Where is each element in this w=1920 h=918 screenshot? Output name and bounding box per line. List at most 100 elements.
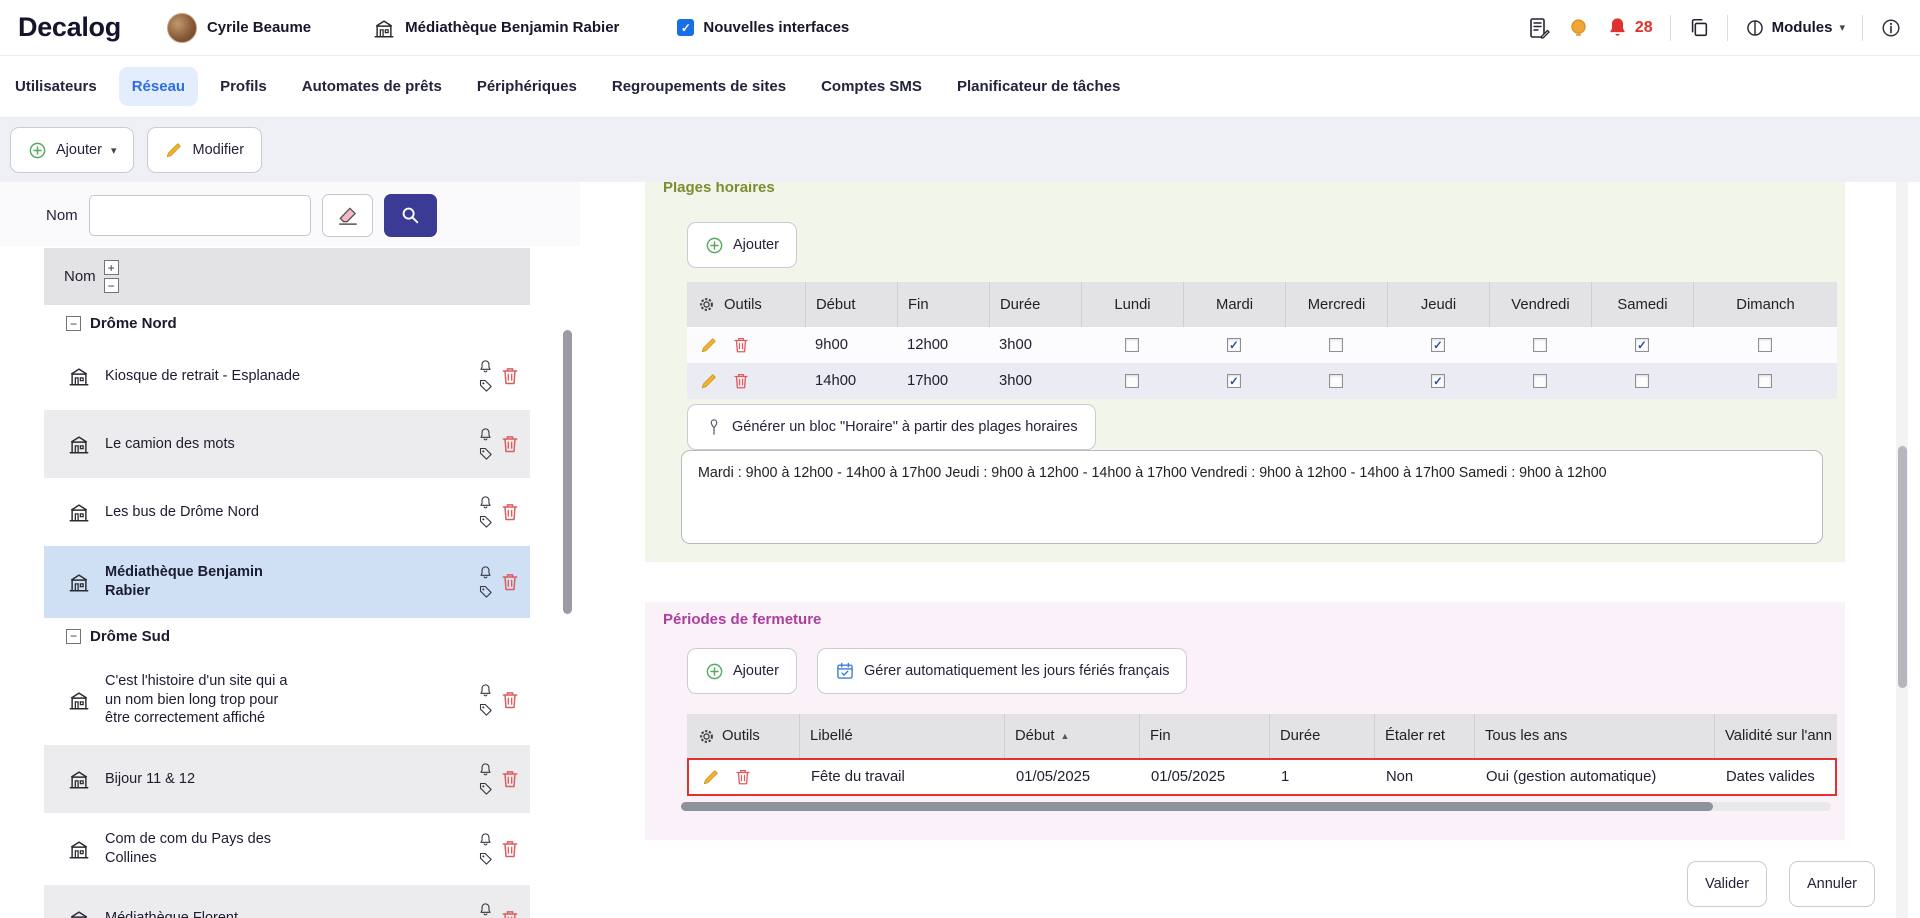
tab-utilisateurs[interactable]: Utilisateurs — [2, 67, 110, 106]
contract-pen-icon[interactable] — [1527, 16, 1551, 40]
name-filter-input[interactable] — [89, 195, 311, 236]
delete-icon[interactable] — [734, 768, 752, 786]
column-header-tous-les-ans[interactable]: Tous les ans — [1474, 714, 1714, 758]
day-checkbox-samedi[interactable] — [1635, 338, 1649, 352]
delete-icon[interactable] — [500, 839, 520, 859]
edit-icon[interactable] — [700, 372, 718, 390]
column-header-duree[interactable]: Durée — [989, 282, 1081, 327]
bell-icon[interactable] — [478, 762, 493, 777]
day-checkbox-mardi[interactable] — [1227, 338, 1241, 352]
delete-icon[interactable] — [500, 366, 520, 386]
column-header-etaler-retour[interactable]: Étaler ret — [1374, 714, 1474, 758]
delete-icon[interactable] — [500, 572, 520, 592]
horizontal-scrollbar-thumb[interactable] — [681, 802, 1713, 811]
delete-icon[interactable] — [732, 372, 750, 390]
new-interfaces-checkbox[interactable] — [677, 19, 694, 36]
delete-icon[interactable] — [500, 502, 520, 522]
search-button[interactable] — [384, 194, 437, 237]
tree-item[interactable]: Kiosque de retrait - Esplanade — [44, 342, 530, 410]
tab-reseau[interactable]: Réseau — [119, 67, 198, 106]
add-schedule-button[interactable]: Ajouter — [687, 222, 797, 268]
add-closure-button[interactable]: Ajouter — [687, 648, 797, 694]
tag-icon[interactable] — [478, 781, 493, 796]
tree-item[interactable]: Com de com du Pays des Collines — [44, 813, 530, 885]
delete-icon[interactable] — [500, 909, 520, 918]
clear-filter-button[interactable] — [322, 194, 373, 237]
edit-icon[interactable] — [702, 768, 720, 786]
day-checkbox-lundi[interactable] — [1125, 338, 1139, 352]
collapse-icon[interactable]: − — [66, 629, 81, 644]
tab-comptes-sms[interactable]: Comptes SMS — [808, 67, 935, 106]
tab-profils[interactable]: Profils — [207, 67, 280, 106]
tree-item[interactable]: Les bus de Drôme Nord — [44, 478, 530, 546]
column-header-validite[interactable]: Validité sur l'ann — [1714, 714, 1837, 758]
tag-icon[interactable] — [478, 378, 493, 393]
schedule-summary-textarea[interactable]: Mardi : 9h00 à 12h00 - 14h00 à 17h00 Jeu… — [681, 450, 1823, 544]
delete-icon[interactable] — [732, 336, 750, 354]
day-checkbox-vendredi[interactable] — [1533, 374, 1547, 388]
day-checkbox-dimanche[interactable] — [1758, 338, 1772, 352]
day-checkbox-dimanche[interactable] — [1758, 374, 1772, 388]
column-header-debut[interactable]: Début ▲ — [1004, 714, 1139, 758]
day-checkbox-samedi[interactable] — [1635, 374, 1649, 388]
bell-icon[interactable] — [478, 495, 493, 510]
tag-icon[interactable] — [478, 446, 493, 461]
tree-item-selected[interactable]: Médiathèque Benjamin Rabier — [44, 546, 530, 618]
column-header-fin[interactable]: Fin — [1139, 714, 1269, 758]
manage-holidays-button[interactable]: Gérer automatiquement les jours fériés f… — [817, 648, 1187, 694]
tag-icon[interactable] — [478, 514, 493, 529]
day-checkbox-mardi[interactable] — [1227, 374, 1241, 388]
decalog-logo[interactable]: Decalog — [18, 12, 121, 43]
tag-icon[interactable] — [478, 584, 493, 599]
tree-item[interactable]: Bijour 11 & 12 — [44, 745, 530, 813]
column-header-debut[interactable]: Début — [805, 282, 897, 327]
tab-automates-de-prets[interactable]: Automates de prêts — [289, 67, 455, 106]
bell-icon[interactable] — [478, 359, 493, 374]
expand-all-button[interactable]: + — [104, 260, 119, 275]
collapse-all-button[interactable]: − — [104, 278, 119, 293]
day-checkbox-vendredi[interactable] — [1533, 338, 1547, 352]
column-header-duree[interactable]: Durée — [1269, 714, 1374, 758]
day-checkbox-mercredi[interactable] — [1329, 338, 1343, 352]
add-button[interactable]: Ajouter ▾ — [10, 127, 134, 173]
tree-item[interactable]: C'est l'histoire d'un site qui a un nom … — [44, 655, 530, 746]
collapse-icon[interactable]: − — [66, 316, 81, 331]
closure-row-highlighted[interactable]: Fête du travail 01/05/2025 01/05/2025 1 … — [687, 758, 1837, 796]
tree-item[interactable]: Médiathèque Florent — [44, 885, 530, 918]
day-checkbox-mercredi[interactable] — [1329, 374, 1343, 388]
day-checkbox-jeudi[interactable] — [1431, 374, 1445, 388]
validate-button[interactable]: Valider — [1687, 861, 1767, 907]
modules-menu[interactable]: Modules ▾ — [1745, 18, 1845, 38]
day-checkbox-jeudi[interactable] — [1431, 338, 1445, 352]
edit-button[interactable]: Modifier — [147, 127, 262, 173]
cancel-button[interactable]: Annuler — [1789, 861, 1875, 907]
column-header-libelle[interactable]: Libellé — [799, 714, 1004, 758]
site-selector[interactable]: Médiathèque Benjamin Rabier — [373, 17, 619, 39]
generate-schedule-block-button[interactable]: Générer un bloc "Horaire" à partir des p… — [687, 404, 1096, 450]
info-icon[interactable] — [1880, 17, 1902, 39]
tree-group-drome-sud[interactable]: − Drôme Sud — [44, 618, 530, 655]
bell-icon[interactable] — [478, 902, 493, 917]
user-menu[interactable]: Cyrile Beaume — [167, 13, 311, 43]
copy-icon[interactable] — [1688, 17, 1710, 39]
bell-icon[interactable] — [478, 565, 493, 580]
edit-icon[interactable] — [700, 336, 718, 354]
tree-item[interactable]: Le camion des mots — [44, 410, 530, 478]
bell-icon[interactable] — [478, 427, 493, 442]
tag-icon[interactable] — [478, 851, 493, 866]
delete-icon[interactable] — [500, 690, 520, 710]
column-header-fin[interactable]: Fin — [897, 282, 989, 327]
notifications-button[interactable]: 28 — [1606, 16, 1653, 39]
tree-group-drome-nord[interactable]: − Drôme Nord — [44, 305, 530, 342]
bell-icon[interactable] — [478, 832, 493, 847]
tab-regroupements-de-sites[interactable]: Regroupements de sites — [599, 67, 799, 106]
delete-icon[interactable] — [500, 434, 520, 454]
sidebar-scrollbar-thumb[interactable] — [563, 330, 572, 614]
tab-planificateur-de-taches[interactable]: Planificateur de tâches — [944, 67, 1133, 106]
page-scrollbar-thumb[interactable] — [1898, 446, 1907, 688]
tag-icon[interactable] — [478, 702, 493, 717]
bell-icon[interactable] — [478, 683, 493, 698]
delete-icon[interactable] — [500, 769, 520, 789]
tab-peripheriques[interactable]: Périphériques — [464, 67, 590, 106]
day-checkbox-lundi[interactable] — [1125, 374, 1139, 388]
